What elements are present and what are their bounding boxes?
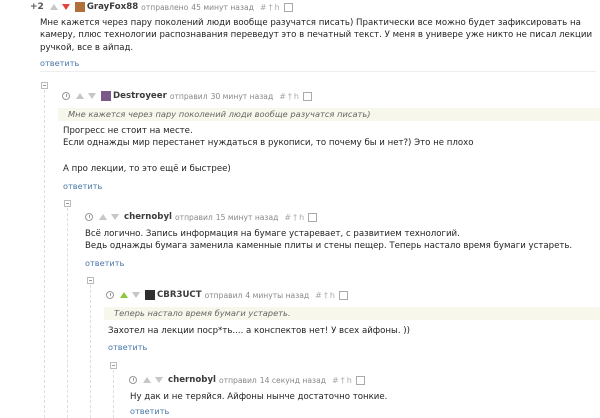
action-text: отправил (169, 91, 208, 101)
hash-icon[interactable]: # (279, 92, 288, 101)
comment-tools: # † h (315, 290, 348, 300)
save-icon[interactable] (338, 290, 348, 300)
comment-line: камеру, плюс технологии распознавания пе… (40, 30, 593, 41)
comment-tools: # † h (332, 375, 365, 385)
upvote-icon[interactable] (120, 292, 128, 298)
vote-score: +2 (30, 2, 44, 12)
reply-link[interactable]: ответить (85, 258, 124, 268)
hash-icon[interactable]: # (260, 3, 269, 12)
comment-line: Ведь однажды бумага заменила каменные пл… (85, 241, 573, 252)
comment-tools: # † h (284, 212, 318, 222)
quote-block: Мне кажется через пару поколений люди во… (58, 108, 600, 121)
upvote-icon[interactable] (99, 214, 107, 220)
action-text: отправил (175, 212, 213, 222)
hash-icon[interactable]: # (284, 213, 293, 222)
collapse-toggle[interactable] (64, 200, 71, 207)
comment-line: Мне кажется через пару поколений люди во… (40, 18, 581, 28)
author-link[interactable]: GrayFox88 (87, 2, 138, 12)
comment-header: chernobyl отправил 14 секунд назад # † h (129, 374, 365, 386)
action-text: отправлено (141, 2, 189, 12)
comment-header: CBR3UCT отправил 4 минуты назад # † h (106, 289, 348, 301)
h-icon[interactable]: h (299, 213, 306, 222)
comment-line: Ну дак и не теряйся. Айфоны нынче достат… (130, 392, 388, 402)
downvote-icon[interactable] (61, 4, 70, 10)
comment-tools: # † h (260, 2, 293, 12)
timestamp[interactable]: 30 минут назад (211, 92, 274, 101)
comment-body: Всё логично. Запись информация на бумаге… (85, 228, 596, 253)
comment-line: Всё логично. Запись информация на бумаге… (85, 229, 460, 239)
downvote-icon[interactable] (155, 377, 163, 383)
hash-icon[interactable]: # (332, 376, 341, 385)
upvote-icon[interactable] (143, 377, 151, 383)
timestamp[interactable]: 15 минут назад (216, 213, 279, 222)
comment-body: Мне кажется через пару поколений люди во… (40, 17, 596, 54)
downvote-icon[interactable] (132, 292, 140, 298)
save-icon[interactable] (355, 375, 365, 385)
clock-icon (129, 376, 137, 384)
h-icon[interactable]: h (330, 291, 337, 300)
comment-line: А про лекции, то это ещё и быстрее) (63, 164, 231, 175)
timestamp[interactable]: 14 секунд назад (260, 376, 326, 385)
reply-link[interactable]: ответить (130, 406, 169, 416)
action-text: отправил (204, 290, 243, 300)
comment-header: +2 GrayFox88 отправлено 45 минут назад #… (30, 1, 293, 13)
thread-line (44, 90, 45, 418)
reply-link[interactable]: ответить (40, 58, 79, 68)
clock-icon (85, 213, 93, 221)
clock-icon (106, 291, 114, 299)
avatar[interactable] (145, 290, 155, 300)
comment-body: Захотел на лекции поср*ть.... а конспект… (108, 325, 596, 337)
hash-icon[interactable]: # (315, 291, 324, 300)
reply-link[interactable]: ответить (108, 342, 147, 352)
comment-line: Если однажды мир перестанет нуждаться в … (63, 138, 474, 149)
collapse-toggle[interactable] (110, 362, 117, 369)
comment-body: Прогресс не стоит на месте. Если однажды… (63, 125, 596, 176)
avatar[interactable] (74, 2, 85, 12)
author-link[interactable]: chernobyl (168, 375, 216, 385)
reply-link[interactable]: ответить (63, 181, 102, 191)
action-text: отправил (219, 375, 257, 385)
comment-header: chernobyl отправил 15 минут назад # † h (85, 211, 318, 223)
comment-tools: # † h (279, 91, 312, 101)
author-link[interactable]: Destroyeer (113, 91, 167, 101)
upvote-icon[interactable] (76, 93, 84, 99)
comment-line: Прогресс не стоит на месте. (63, 126, 193, 136)
author-link[interactable]: chernobyl (124, 212, 172, 222)
timestamp[interactable]: 45 минут назад (191, 3, 254, 12)
thread-line (90, 285, 91, 418)
comment-body: Ну дак и не теряйся. Айфоны нынче достат… (130, 391, 596, 403)
avatar[interactable] (101, 91, 111, 101)
h-icon[interactable]: h (347, 376, 354, 385)
collapse-toggle[interactable] (41, 82, 48, 89)
comment-line (63, 150, 596, 162)
comment-line: ручкой, все в айпад. (40, 42, 134, 53)
timestamp[interactable]: 4 минуты назад (245, 291, 309, 300)
collapse-toggle[interactable] (87, 277, 94, 284)
save-icon[interactable] (283, 2, 293, 12)
h-icon[interactable]: h (294, 92, 301, 101)
comment-header: Destroyeer отправил 30 минут назад # † h (62, 90, 312, 102)
upvote-icon[interactable] (49, 4, 58, 10)
thread-line (113, 370, 114, 418)
h-icon[interactable]: h (275, 3, 282, 12)
author-link[interactable]: CBR3UCT (157, 290, 202, 300)
save-icon[interactable] (308, 212, 318, 222)
downvote-icon[interactable] (111, 214, 119, 220)
save-icon[interactable] (303, 91, 312, 101)
comment-line: Захотел на лекции поср*ть.... а конспект… (108, 326, 410, 336)
quote-block: Теперь настало время бумаги устареть. (104, 307, 600, 320)
divider (40, 71, 596, 72)
clock-icon (62, 92, 70, 100)
thread-line (67, 208, 68, 418)
downvote-icon[interactable] (88, 93, 96, 99)
